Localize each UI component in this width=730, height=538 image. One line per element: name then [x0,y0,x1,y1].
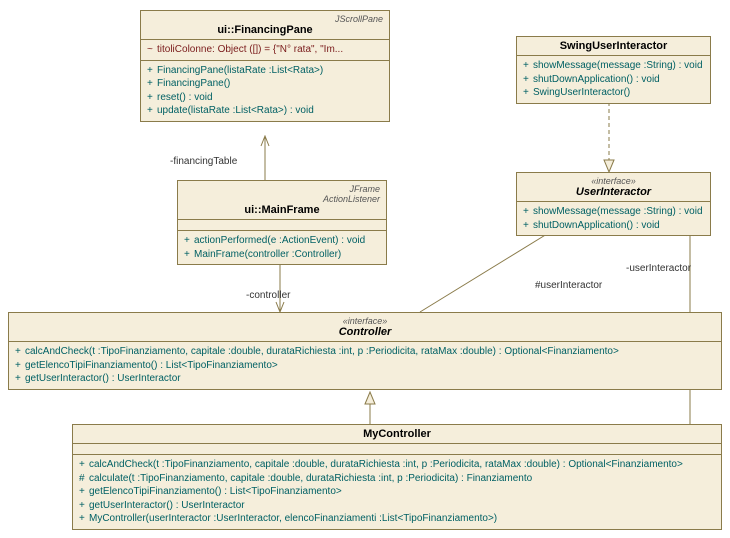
operations-section: +actionPerformed(e :ActionEvent) : void+… [178,231,386,264]
class-name: UserInteractor [576,186,651,198]
stereotype-label: «interface» [523,176,704,186]
operation: +getElencoTipiFinanziamento() : List<Tip… [15,359,715,373]
class-userinteractor[interactable]: «interface» UserInteractor +showMessage(… [516,172,711,236]
attributes-section [178,220,386,231]
operation: +update(listaRate :List<Rata>) : void [147,104,383,118]
operation: +reset() : void [147,91,383,105]
operations-section: +calcAndCheck(t :TipoFinanziamento, capi… [9,342,721,389]
class-swinguserinteractor[interactable]: SwingUserInteractor +showMessage(message… [516,36,711,104]
operations-section: +calcAndCheck(t :TipoFinanziamento, capi… [73,455,721,529]
assoc-label-userinteractor-dash: -userInteractor [626,263,691,274]
class-name: SwingUserInteractor [560,40,668,52]
attributes-section [73,444,721,455]
operation: +MainFrame(controller :Controller) [184,248,380,262]
operation: +getUserInteractor() : UserInteractor [79,499,715,513]
operation: +shutDownApplication() : void [523,73,704,87]
operation: +shutDownApplication() : void [523,219,704,233]
assoc-label-controller: -controller [246,290,290,301]
operation: +showMessage(message :String) : void [523,59,704,73]
class-name: ui::FinancingPane [217,24,312,36]
assoc-label-financingtable: -financingTable [170,156,237,167]
class-name: ui::MainFrame [244,204,319,216]
operation: +actionPerformed(e :ActionEvent) : void [184,234,380,248]
operation: +calcAndCheck(t :TipoFinanziamento, capi… [15,345,715,359]
operations-section: +showMessage(message :String) : void+shu… [517,202,710,235]
class-controller[interactable]: «interface» Controller +calcAndCheck(t :… [8,312,722,390]
operation: +SwingUserInteractor() [523,86,704,100]
operation: +calcAndCheck(t :TipoFinanziamento, capi… [79,458,715,472]
class-mainframe[interactable]: JFrame ActionListener ui::MainFrame +act… [177,180,387,265]
stereotype-label: ActionListener [184,194,380,204]
stereotype-label: JFrame [184,184,380,194]
operation: +showMessage(message :String) : void [523,205,704,219]
operation: +MyController(userInteractor :UserIntera… [79,512,715,526]
attribute: ~titoliColonne: Object ([]) = {"N° rata"… [147,43,383,57]
operation: +FinancingPane() [147,77,383,91]
assoc-label-userinteractor-hash: #userInteractor [535,280,602,291]
stereotype-label: JScrollPane [147,14,383,24]
operation: #calculate(t :TipoFinanziamento, capital… [79,472,715,486]
operations-section: +FinancingPane(listaRate :List<Rata>)+Fi… [141,61,389,121]
operation: +getUserInteractor() : UserInteractor [15,372,715,386]
class-name: MyController [363,428,431,440]
stereotype-label: «interface» [15,316,715,326]
class-mycontroller[interactable]: MyController +calcAndCheck(t :TipoFinanz… [72,424,722,530]
class-financingpane[interactable]: JScrollPane ui::FinancingPane ~titoliCol… [140,10,390,122]
attributes-section: ~titoliColonne: Object ([]) = {"N° rata"… [141,40,389,61]
operations-section: +showMessage(message :String) : void+shu… [517,56,710,103]
operation: +FinancingPane(listaRate :List<Rata>) [147,64,383,78]
class-name: Controller [339,326,392,338]
operation: +getElencoTipiFinanziamento() : List<Tip… [79,485,715,499]
